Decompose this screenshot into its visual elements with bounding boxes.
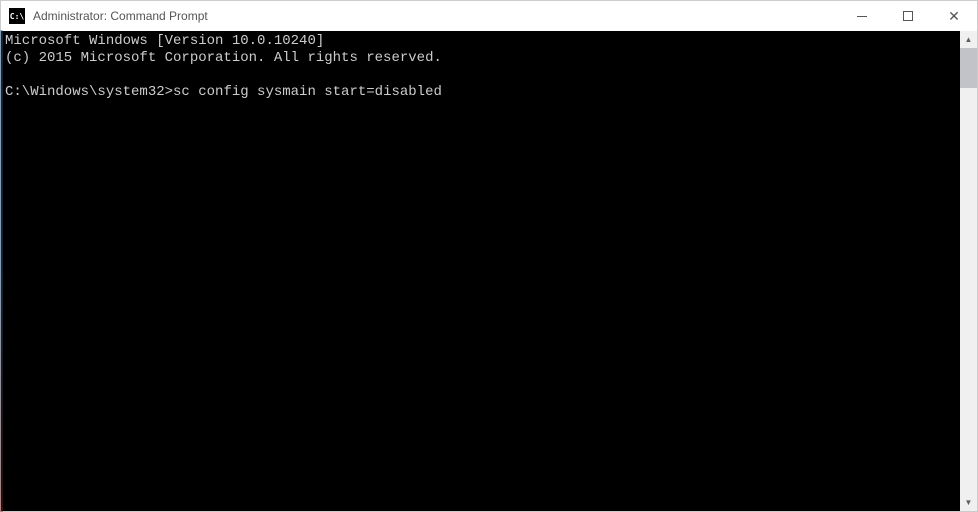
terminal-line-2: (c) 2015 Microsoft Corporation. All righ… (5, 50, 442, 66)
maximize-button[interactable] (885, 1, 931, 31)
window-title: Administrator: Command Prompt (33, 9, 208, 23)
terminal-container: Microsoft Windows [Version 10.0.10240] (… (1, 31, 977, 511)
scroll-thumb[interactable] (960, 48, 977, 88)
minimize-icon (857, 16, 867, 17)
minimize-button[interactable] (839, 1, 885, 31)
cmd-icon-text: C:\ (10, 12, 24, 21)
terminal-command: sc config sysmain start=disabled (173, 84, 442, 100)
vertical-scrollbar[interactable]: ▲ ▼ (960, 31, 977, 511)
cmd-icon: C:\ (9, 8, 25, 24)
titlebar[interactable]: C:\ Administrator: Command Prompt ✕ (1, 1, 977, 31)
window-controls: ✕ (839, 1, 977, 31)
window-left-edge (0, 30, 3, 512)
scroll-track[interactable] (960, 48, 977, 494)
terminal-line-1: Microsoft Windows [Version 10.0.10240] (5, 33, 324, 49)
command-prompt-window: C:\ Administrator: Command Prompt ✕ Micr… (0, 0, 978, 512)
terminal-output[interactable]: Microsoft Windows [Version 10.0.10240] (… (1, 31, 960, 511)
scroll-up-arrow[interactable]: ▲ (960, 31, 977, 48)
maximize-icon (903, 11, 913, 21)
close-button[interactable]: ✕ (931, 1, 977, 31)
close-icon: ✕ (948, 9, 960, 23)
terminal-prompt: C:\Windows\system32> (5, 84, 173, 100)
scroll-down-arrow[interactable]: ▼ (960, 494, 977, 511)
